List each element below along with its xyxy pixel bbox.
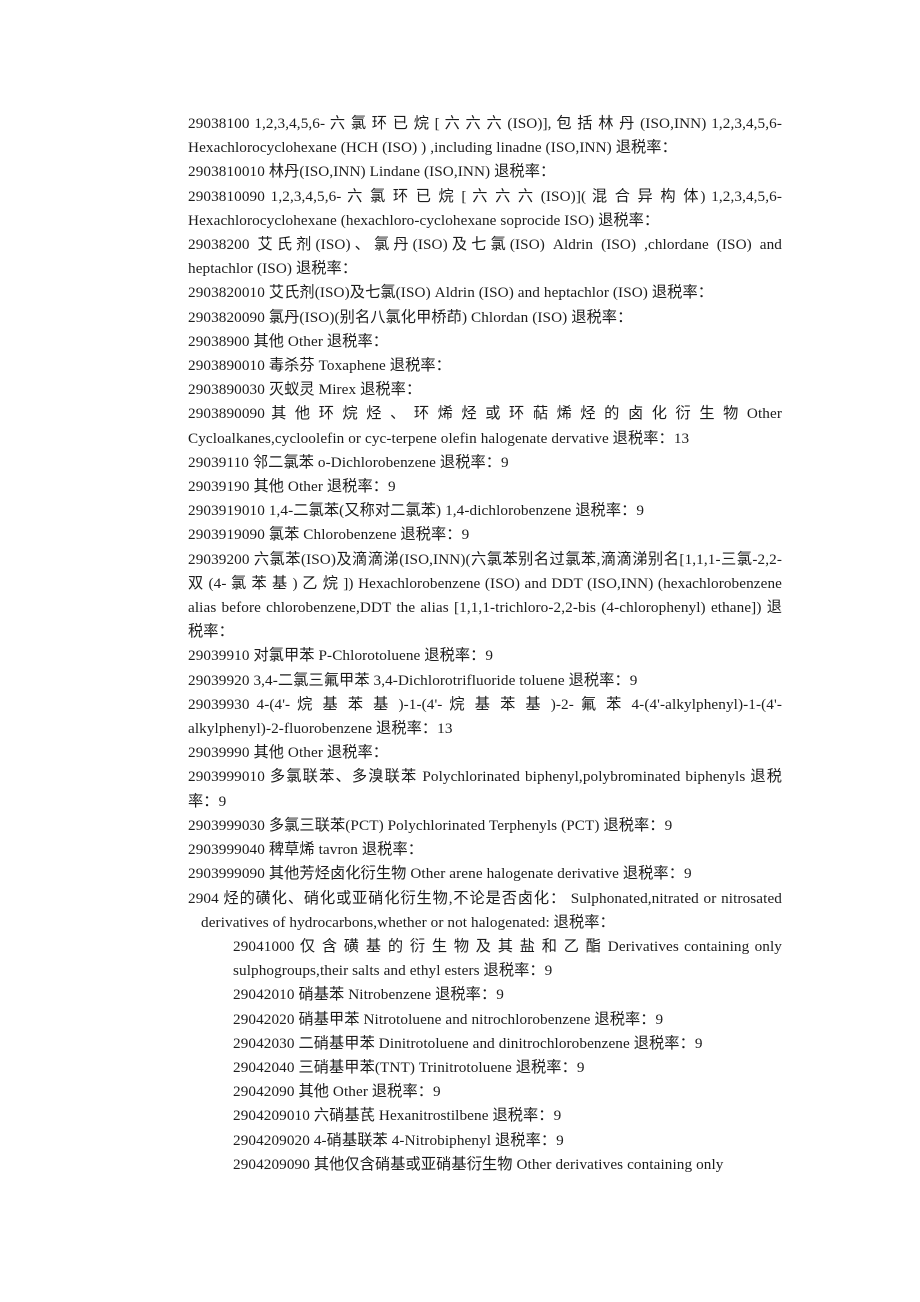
tariff-entry: 2903999030 多氯三联苯(PCT) Polychlorinated Te…	[188, 816, 673, 834]
tariff-entry: 29042010 硝基苯 Nitrobenzene 退税率：9	[233, 986, 504, 1004]
tariff-entry: 2904209090 其他仅含硝基或亚硝基衍生物 Other derivativ…	[233, 1155, 724, 1173]
tariff-entry: 2903820090 氯丹(ISO)(别名八氯化甲桥茚) Chlordan (I…	[188, 308, 633, 326]
tariff-entry: 2903919090 氯苯 Chlorobenzene 退税率：9	[188, 526, 470, 544]
tariff-entry: 2904209020 4-硝基联苯 4-Nitrobiphenyl 退税率：9	[233, 1131, 564, 1149]
tariff-entry: 29038100 1,2,3,4,5,6- 六 氯 环 已 烷 [ 六 六 六 …	[188, 115, 782, 157]
tariff-entry: 29042090 其他 Other 退税率：9	[233, 1083, 441, 1101]
tariff-entry: 2903890010 毒杀芬 Toxaphene 退税率：	[188, 357, 451, 375]
tariff-entry: 29038200 艾氏剂(ISO)、氯丹(ISO)及七氯(ISO) Aldrin…	[188, 236, 782, 278]
tariff-entry: 2903890030 灭蚁灵 Mirex 退税率：	[188, 381, 422, 399]
tariff-entry: 2903919010 1,4-二氯苯(又称对二氯苯) 1,4-dichlorob…	[188, 502, 645, 520]
tariff-entry: 2903810010 林丹(ISO,INN) Lindane (ISO,INN)…	[188, 163, 556, 181]
tariff-entry: 2904 烃的磺化、硝化或亚硝化衍生物,不论是否卤化： Sulphonated,…	[188, 889, 782, 931]
tariff-entry: 29042020 硝基甲苯 Nitrotoluene and nitrochlo…	[233, 1010, 664, 1028]
tariff-entry: 29042030 二硝基甲苯 Dinitrotoluene and dinitr…	[233, 1034, 703, 1052]
tariff-entry: 29038900 其他 Other 退税率：	[188, 332, 389, 350]
tariff-entry: 29041000 仅 含 磺 基 的 衍 生 物 及 其 盐 和 乙 酯 Der…	[233, 937, 782, 980]
document-page: 29038100 1,2,3,4,5,6- 六 氯 环 已 烷 [ 六 六 六 …	[0, 0, 920, 1302]
tariff-entry: 29039990 其他 Other 退税率：	[188, 744, 389, 762]
tariff-entry: 2903820010 艾氏剂(ISO)及七氯(ISO) Aldrin (ISO)…	[188, 284, 714, 302]
tariff-entry-list: 29038100 1,2,3,4,5,6- 六 氯 环 已 烷 [ 六 六 六 …	[188, 112, 782, 1177]
tariff-entry: 2903999090 其他芳烃卤化衍生物 Other arene halogen…	[188, 865, 692, 883]
tariff-entry: 29039200 六氯苯(ISO)及滴滴涕(ISO,INN)(六氯苯别名过氯苯,…	[188, 550, 782, 641]
tariff-entry: 29042040 三硝基甲苯(TNT) Trinitrotoluene 退税率：…	[233, 1058, 585, 1076]
tariff-entry: 29039930 4-(4'- 烷 基 苯 基 )-1-(4'- 烷 基 苯 基…	[188, 695, 782, 738]
tariff-entry: 29039190 其他 Other 退税率：9	[188, 478, 396, 496]
tariff-entry: 29039910 对氯甲苯 P-Chlorotoluene 退税率：9	[188, 647, 494, 665]
tariff-entry: 29039110 邻二氯苯 o-Dichlorobenzene 退税率：9	[188, 453, 509, 471]
tariff-entry: 29039920 3,4-二氯三氟甲苯 3,4-Dichlorotrifluor…	[188, 671, 638, 689]
tariff-entry: 2903999040 稗草烯 tavron 退税率：	[188, 841, 424, 859]
tariff-entry: 2903999010 多氯联苯、多溴联苯 Polychlorinated bip…	[188, 768, 782, 810]
tariff-entry: 2903890090 其 他 环 烷 烃 、 环 烯 烃 或 环 萜 烯 烃 的…	[188, 405, 782, 447]
tariff-entry: 2904209010 六硝基芪 Hexanitrostilbene 退税率：9	[233, 1107, 562, 1125]
tariff-entry: 2903810090 1,2,3,4,5,6- 六 氯 环 已 烷 [ 六 六 …	[188, 187, 782, 229]
